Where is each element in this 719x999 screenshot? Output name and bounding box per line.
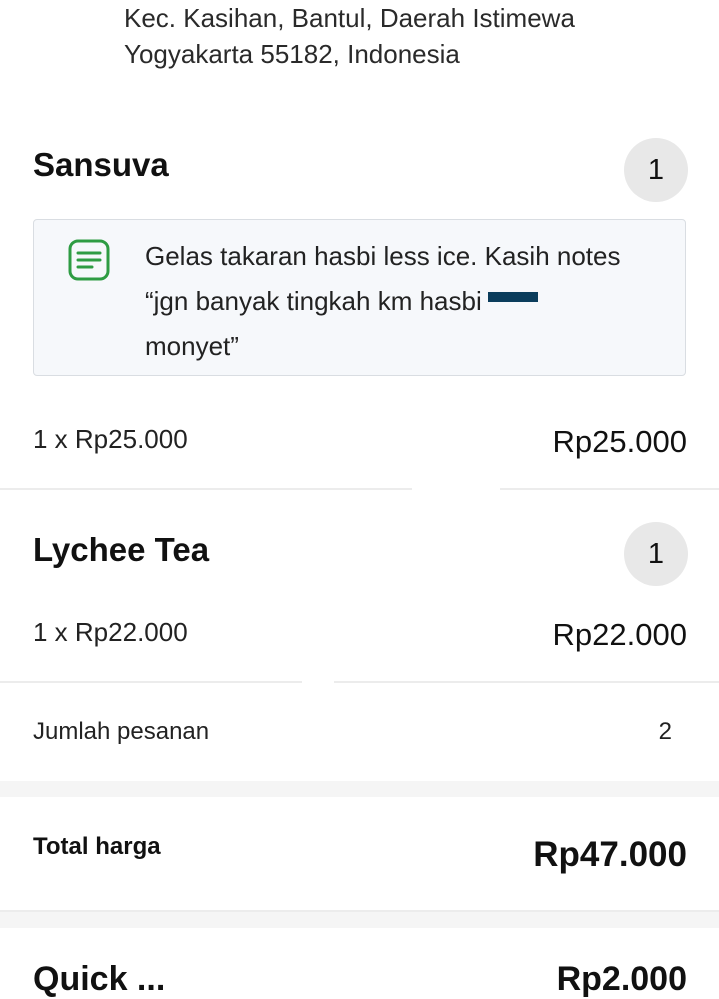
item-unit-price: 1 x Rp25.000 — [33, 424, 188, 454]
note-text-body: Gelas takaran hasbi less ice. Kasih note… — [145, 241, 621, 316]
item-unit-price: 1 x Rp22.000 — [33, 617, 188, 647]
address-line-2: Yogyakarta 55182, Indonesia — [124, 39, 460, 69]
item-name-sansuva: Sansuva — [33, 146, 169, 183]
note-text: Gelas takaran hasbi less ice. Kasih note… — [145, 234, 665, 369]
divider — [0, 681, 302, 683]
item-total-price: Rp25.000 — [552, 424, 687, 459]
next-section-label: Quick ... — [33, 960, 166, 998]
item-total-price: Rp22.000 — [552, 617, 687, 652]
note-text-end: monyet” — [145, 331, 239, 361]
redaction-mark — [487, 292, 538, 302]
section-separator — [0, 912, 719, 928]
quantity-badge: 1 — [624, 522, 688, 586]
total-price-label: Total harga — [33, 833, 161, 860]
order-count-value: 2 — [658, 718, 672, 745]
divider — [334, 681, 719, 683]
total-price-value: Rp47.000 — [533, 835, 687, 874]
next-section-value: Rp2.000 — [556, 960, 687, 998]
section-separator — [0, 781, 719, 797]
divider — [500, 488, 719, 490]
note-icon — [68, 239, 110, 281]
order-count-label: Jumlah pesanan — [33, 718, 210, 745]
item-note: Gelas takaran hasbi less ice. Kasih note… — [33, 219, 686, 376]
address-line-1: Kec. Kasihan, Bantul, Daerah Istimewa — [124, 3, 575, 33]
item-name-lychee-tea: Lychee Tea — [33, 531, 210, 568]
delivery-address: Kec. Kasihan, Bantul, Daerah Istimewa Yo… — [124, 0, 684, 72]
quantity-badge: 1 — [624, 138, 688, 202]
divider — [0, 488, 412, 490]
